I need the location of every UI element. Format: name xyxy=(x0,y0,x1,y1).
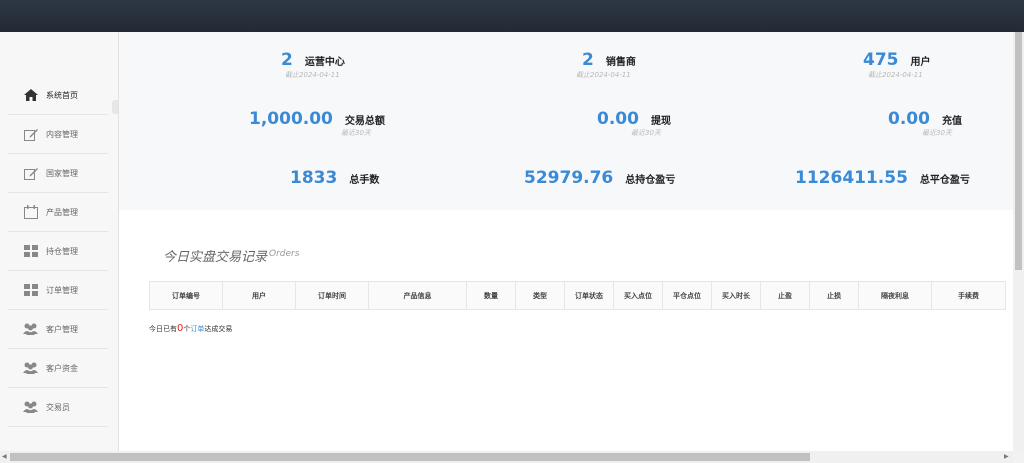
column-header: 手续费 xyxy=(931,281,1006,310)
horizontal-scrollbar-thumb[interactable] xyxy=(10,453,810,461)
sidebar-menu: 系统首页 内容管理 国家管理 产品管理 持仓管理 订单管理 客户管理 客户资金 … xyxy=(8,76,108,427)
stat-trade-total: 1,000.00 交易总额 最近30天 xyxy=(249,109,385,137)
sidebar-item-label: 产品管理 xyxy=(46,207,78,217)
column-header: 买入点位 xyxy=(613,281,663,310)
column-header: 买入时长 xyxy=(711,281,761,310)
stat-value: 1,000.00 xyxy=(249,109,333,129)
sidebar-item-orders[interactable]: 订单管理 xyxy=(8,271,108,310)
stat-label: 总持仓盈亏 xyxy=(625,175,676,186)
sidebar-item-traders[interactable]: 交易员 xyxy=(8,388,108,427)
column-header: 平仓点位 xyxy=(662,281,712,310)
sidebar-item-label: 客户资金 xyxy=(46,363,78,373)
stat-value: 2 xyxy=(281,50,293,70)
stat-label: 提现 xyxy=(650,116,671,127)
column-header: 数量 xyxy=(466,281,516,310)
orders-table-header: 订单编号 用户 订单时间 产品信息 数量 类型 订单状态 买入点位 平仓点位 买… xyxy=(149,281,1006,310)
stat-total-lots: 1833 总手数 xyxy=(290,168,379,188)
stat-value: 2 xyxy=(582,50,594,70)
sidebar: 系统首页 内容管理 国家管理 产品管理 持仓管理 订单管理 客户管理 客户资金 … xyxy=(0,32,119,451)
column-header: 类型 xyxy=(515,281,565,310)
stat-subtitle: 最近30天 xyxy=(631,129,661,137)
sidebar-item-customer-funds[interactable]: 客户资金 xyxy=(8,349,108,388)
sidebar-item-label: 国家管理 xyxy=(46,168,78,178)
grid-icon xyxy=(23,283,38,297)
stat-users: 475 用户 截止2024-04-11 xyxy=(863,50,931,79)
stat-withdraw: 0.00 提现 最近30天 xyxy=(597,109,671,137)
users-icon xyxy=(23,361,38,375)
edit-icon xyxy=(23,127,38,141)
sidebar-item-label: 客户管理 xyxy=(46,324,78,334)
column-header: 订单状态 xyxy=(564,281,614,310)
top-header-bar xyxy=(0,0,1024,32)
stat-value: 1126411.55 xyxy=(795,168,908,188)
column-header: 用户 xyxy=(222,281,296,310)
column-header: 订单编号 xyxy=(149,281,223,310)
scroll-right-arrow-icon[interactable]: ▶ xyxy=(1004,453,1009,460)
orders-table: 订单编号 用户 订单时间 产品信息 数量 类型 订单状态 买入点位 平仓点位 买… xyxy=(149,281,1006,310)
sidebar-collapse-handle[interactable] xyxy=(112,100,118,114)
sidebar-item-product[interactable]: 产品管理 xyxy=(8,193,108,232)
home-icon xyxy=(23,88,38,102)
column-header: 止损 xyxy=(809,281,859,310)
sidebar-item-customers[interactable]: 客户管理 xyxy=(8,310,108,349)
stat-label: 销售商 xyxy=(605,57,636,68)
column-header: 订单时间 xyxy=(295,281,369,310)
sidebar-item-label: 交易员 xyxy=(46,402,70,412)
grid-icon xyxy=(23,244,38,258)
sidebar-item-home[interactable]: 系统首页 xyxy=(8,76,108,115)
stat-closing-pl: 1126411.55 总平仓盈亏 xyxy=(795,168,970,188)
stat-label: 充值 xyxy=(941,116,962,127)
stat-label: 运营中心 xyxy=(304,57,345,68)
stat-value: 0.00 xyxy=(888,109,930,129)
stat-value: 1833 xyxy=(290,168,338,188)
stat-label: 用户 xyxy=(910,57,931,68)
stat-label: 总平仓盈亏 xyxy=(919,175,970,186)
stat-subtitle: 最近30天 xyxy=(922,129,952,137)
sidebar-item-content[interactable]: 内容管理 xyxy=(8,115,108,154)
column-header: 产品信息 xyxy=(368,281,467,310)
vertical-scrollbar[interactable] xyxy=(1013,32,1024,451)
orders-link[interactable]: 订单 xyxy=(190,324,204,334)
horizontal-scrollbar[interactable]: ◀ ▶ xyxy=(0,451,1013,463)
column-header: 止盈 xyxy=(760,281,810,310)
users-icon xyxy=(23,400,38,414)
orders-section-title: 今日实盘交易记录 xyxy=(163,250,268,265)
stat-ops-center: 2 运营中心 截止2024-04-11 xyxy=(281,50,345,79)
sidebar-item-country[interactable]: 国家管理 xyxy=(8,154,108,193)
today-prefix: 今日已有 xyxy=(149,325,177,333)
edit-icon xyxy=(23,166,38,180)
users-icon xyxy=(23,322,38,336)
sidebar-item-label: 持仓管理 xyxy=(46,246,78,256)
sidebar-item-label: 订单管理 xyxy=(46,285,78,295)
sidebar-item-position[interactable]: 持仓管理 xyxy=(8,232,108,271)
sidebar-item-label: 内容管理 xyxy=(46,129,78,139)
stat-label: 交易总额 xyxy=(344,116,385,127)
stat-subtitle: 截止2024-04-11 xyxy=(576,71,631,79)
calendar-icon xyxy=(23,205,38,219)
stat-holding-pl: 52979.76 总持仓盈亏 xyxy=(524,168,675,188)
today-suffix: 达成交易 xyxy=(204,325,233,333)
orders-section-subtitle: Orders xyxy=(269,249,300,259)
today-mid: 个 xyxy=(183,325,191,333)
stat-value: 52979.76 xyxy=(524,168,614,188)
vertical-scrollbar-thumb[interactable] xyxy=(1015,32,1022,270)
sidebar-item-label: 系统首页 xyxy=(46,90,78,100)
column-header: 隔夜利息 xyxy=(858,281,932,310)
stats-panel: 2 运营中心 截止2024-04-11 2 销售商 截止2024-04-11 4… xyxy=(119,32,1013,210)
scroll-left-arrow-icon[interactable]: ◀ xyxy=(2,453,7,460)
main-content: 2 运营中心 截止2024-04-11 2 销售商 截止2024-04-11 4… xyxy=(119,32,1013,451)
stat-subtitle: 截止2024-04-11 xyxy=(285,71,340,79)
stat-distributors: 2 销售商 截止2024-04-11 xyxy=(576,50,636,79)
stat-subtitle: 截止2024-04-11 xyxy=(868,71,923,79)
stat-value: 475 xyxy=(863,50,899,70)
today-orders-summary: 今日已有 0 个 订单 达成交易 xyxy=(149,323,232,334)
stat-label: 总手数 xyxy=(349,175,380,186)
stat-subtitle: 最近30天 xyxy=(341,129,371,137)
stat-value: 0.00 xyxy=(597,109,639,129)
stat-recharge: 0.00 充值 最近30天 xyxy=(888,109,962,137)
